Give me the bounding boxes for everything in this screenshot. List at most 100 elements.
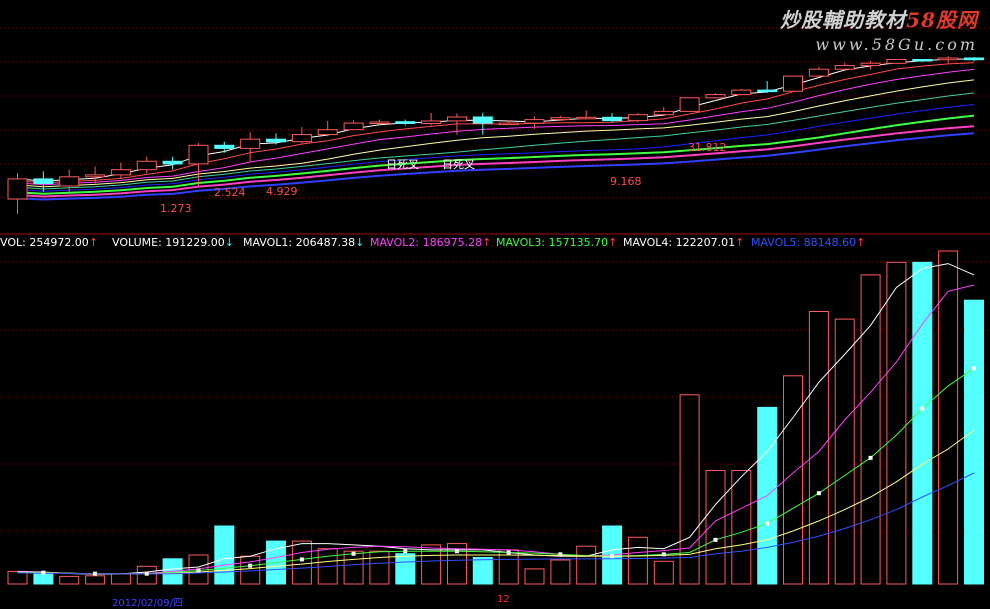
mavol-marker: [248, 563, 253, 568]
candle: [627, 113, 648, 123]
volume-bar: [860, 274, 881, 585]
candle: [7, 173, 28, 214]
candle-body: [266, 138, 286, 143]
ma-line: [17, 68, 975, 186]
volume-bar: [343, 550, 364, 585]
candle: [964, 57, 984, 62]
candle-body: [317, 129, 338, 136]
watermark-title-b: 58股网: [906, 8, 978, 32]
volume-bar: [886, 261, 907, 585]
candle: [110, 162, 131, 179]
price-label-1: 1.273: [160, 202, 192, 215]
watermark-title: 炒股輔助教材58股网: [780, 4, 978, 33]
candle-body: [886, 59, 907, 64]
candle-body: [7, 178, 28, 200]
watermark: 炒股輔助教材58股网 www.58Gu.com: [780, 4, 978, 54]
candle: [317, 120, 338, 137]
candle-body: [498, 122, 519, 126]
mavol-marker: [868, 455, 873, 460]
candle-body: [757, 89, 778, 93]
legend-mavol3: MAVOL3: 157135.70: [496, 236, 617, 249]
mavol-marker: [144, 571, 149, 576]
volume-bar: [938, 250, 959, 585]
cross-label-b: 日死叉: [442, 158, 475, 171]
candle-body: [860, 62, 881, 67]
mavol-marker: [971, 366, 976, 371]
volume-bar: [834, 318, 855, 585]
candle-body: [576, 116, 597, 120]
candle-body: [550, 117, 571, 121]
candle: [395, 119, 416, 126]
volume-bar: [524, 568, 545, 585]
mavol-marker: [610, 554, 615, 559]
mavol-marker: [713, 537, 718, 542]
mavol-marker: [558, 552, 563, 557]
mavol-marker: [299, 557, 304, 562]
candle: [369, 119, 390, 124]
mavol-marker: [41, 570, 46, 575]
candle-body: [783, 75, 803, 92]
candle-body: [291, 134, 312, 143]
candle: [705, 93, 726, 99]
price-label-4: 9.168: [610, 175, 642, 188]
candle-body: [343, 122, 364, 131]
candle-body: [136, 160, 157, 171]
volume-bar: [395, 553, 416, 585]
mavol-marker: [506, 550, 511, 555]
legend-mavol4: MAVOL4: 122207.01: [623, 236, 744, 249]
volume-bar: [964, 299, 984, 585]
watermark-url: www.58Gu.com: [815, 35, 978, 54]
volume-bar: [550, 559, 571, 585]
candle: [240, 132, 261, 162]
candle-body: [964, 57, 984, 61]
price-moving-averages: [17, 58, 975, 201]
volume-bar: [110, 573, 131, 585]
cross-label-a: 日死叉: [386, 158, 419, 171]
mavol-line: [17, 472, 975, 575]
volume-bar: [783, 375, 803, 585]
mavol-marker: [351, 551, 356, 556]
candle: [653, 107, 674, 116]
candle-body: [731, 89, 752, 96]
mavol-line: [17, 263, 975, 575]
candle: [886, 58, 907, 64]
stock-chart: 日死叉 日死叉 1.273 2.524 4.929 9.168 31.812: [0, 27, 990, 585]
volume-bar: [472, 557, 493, 585]
candle-body: [653, 110, 674, 116]
mavol-line: [17, 367, 975, 575]
candle-body: [85, 174, 106, 178]
candle-body: [602, 116, 623, 122]
candle: [602, 113, 623, 123]
candle: [136, 156, 157, 174]
candle: [291, 127, 312, 144]
candle: [783, 75, 803, 92]
legend-vol: VOL: 254972.00: [0, 236, 98, 249]
candle: [214, 141, 235, 153]
volume-bar: [731, 470, 752, 585]
candle-body: [214, 144, 235, 149]
candle-body: [33, 178, 54, 184]
candle-body: [421, 120, 442, 124]
candle: [343, 120, 364, 131]
price-label-2: 2.524: [214, 186, 246, 199]
candle-body: [524, 119, 545, 124]
candle: [421, 113, 442, 126]
price-label-5: 31.812: [688, 141, 727, 154]
candle: [808, 66, 829, 78]
legend-mavol5: MAVOL5: 88148.60: [751, 236, 865, 249]
volume-bar: [59, 575, 80, 585]
candle-body: [912, 59, 933, 62]
candle-body: [110, 169, 131, 176]
volume-bar: [653, 560, 674, 585]
legend-mavol2: MAVOL2: 186975.28: [370, 236, 491, 249]
candle: [679, 97, 700, 112]
volume-bar: [576, 545, 597, 585]
volume-bar: [214, 525, 235, 585]
candle-body: [808, 68, 829, 77]
volume-bar: [369, 550, 390, 585]
candle-body: [369, 121, 390, 124]
mavol-marker: [403, 549, 408, 554]
candle-body: [162, 160, 183, 165]
volume-bar: [291, 540, 312, 585]
price-label-3: 4.929: [266, 185, 298, 198]
